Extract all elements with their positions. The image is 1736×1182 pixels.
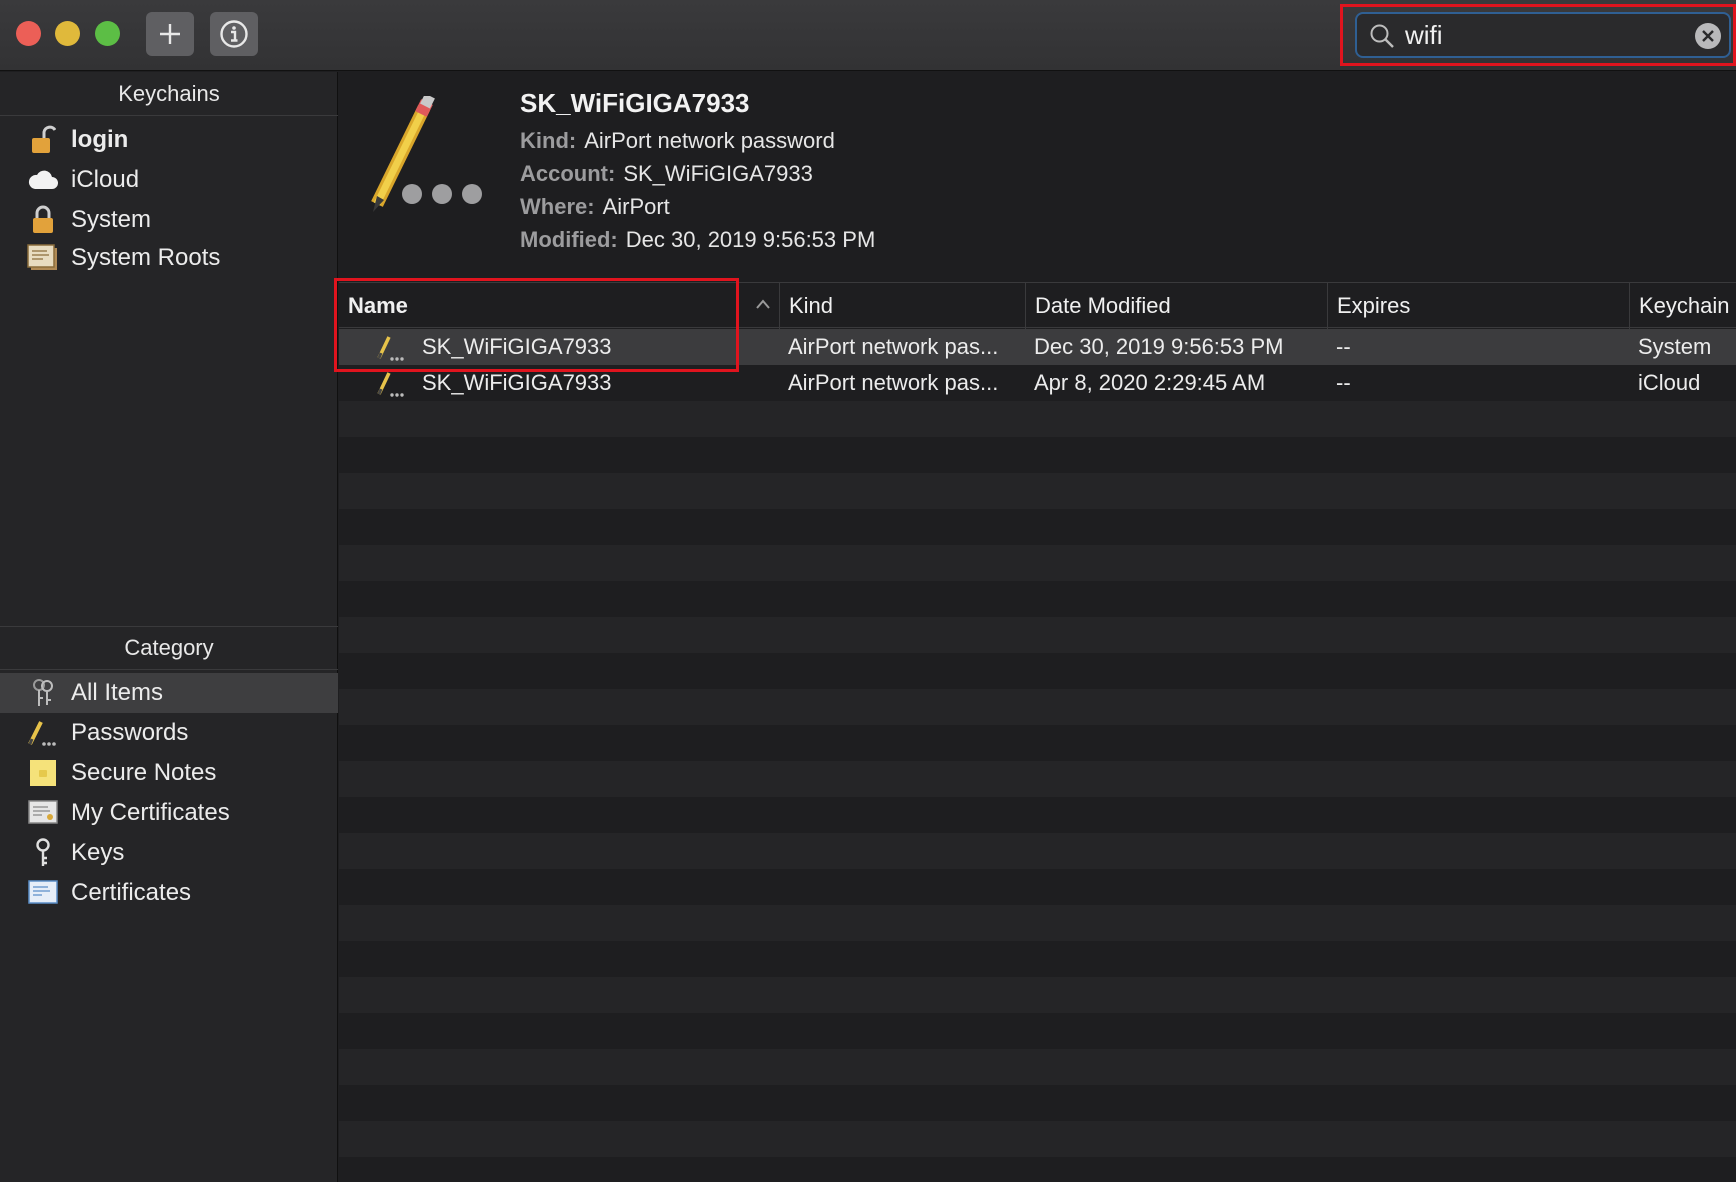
- sidebar-item-label: Passwords: [71, 719, 189, 746]
- certificate-icon: [25, 877, 61, 909]
- cell-kind: AirPort network pas...: [788, 334, 999, 359]
- detail-kind-value: AirPort network password: [584, 128, 835, 153]
- zoom-window-button[interactable]: [95, 21, 120, 46]
- pencil-icon: [375, 329, 415, 365]
- note-icon: [25, 757, 61, 789]
- detail-account-value: SK_WiFiGIGA7933: [623, 161, 813, 186]
- sidebar: Keychains login iCloud System System Roo…: [0, 72, 338, 1182]
- certificate-icon: [25, 242, 61, 274]
- detail-account: Account: SK_WiFiGIGA7933: [520, 161, 813, 187]
- keychains-header: Keychains: [0, 72, 338, 116]
- empty-row: [339, 977, 1736, 1013]
- padlock-icon: [25, 204, 61, 236]
- detail-where-value: AirPort: [602, 194, 670, 219]
- empty-row: [339, 401, 1736, 437]
- toolbar: [0, 0, 1736, 71]
- column-header-label: Expires: [1337, 293, 1411, 318]
- main-panel: SK_WiFiGIGA7933 Kind: AirPort network pas…: [334, 72, 1736, 1182]
- sidebar-item-label: My Certificates: [71, 799, 230, 826]
- magnifier-icon: [1370, 24, 1394, 48]
- table-row[interactable]: SK_WiFiGIGA7933 AirPort network pas... D…: [339, 329, 1736, 365]
- column-header-label: Keychain: [1639, 293, 1730, 318]
- cell-name: SK_WiFiGIGA7933: [422, 334, 612, 359]
- cloud-icon: [25, 164, 61, 196]
- search-field[interactable]: [1355, 12, 1731, 58]
- sidebar-item-certificates[interactable]: Certificates: [0, 873, 338, 913]
- detail-kind: Kind: AirPort network password: [520, 128, 835, 154]
- sidebar-item-keys[interactable]: Keys: [0, 833, 338, 873]
- detail-where-label: Where:: [520, 194, 595, 219]
- sidebar-item-label: Certificates: [71, 879, 192, 906]
- empty-row: [339, 833, 1736, 869]
- sort-ascending-icon: [756, 299, 770, 309]
- cell-keychain: System: [1638, 334, 1712, 359]
- sidebar-item-label: All Items: [71, 679, 164, 706]
- plus-icon: [160, 24, 180, 44]
- column-header-expires[interactable]: Expires: [1327, 283, 1629, 329]
- cell-date-modified: Apr 8, 2020 2:29:45 AM: [1034, 370, 1266, 395]
- certificate-icon: [25, 797, 61, 829]
- item-detail: SK_WiFiGIGA7933 Kind: AirPort network pas…: [339, 72, 1736, 282]
- empty-row: [339, 1049, 1736, 1085]
- column-header-label: Kind: [789, 293, 834, 318]
- sidebar-item-label: System Roots: [71, 244, 221, 271]
- close-window-button[interactable]: [16, 21, 41, 46]
- cell-kind: AirPort network pas...: [788, 370, 999, 395]
- pencil-icon: [375, 365, 415, 401]
- sidebar-item-icloud[interactable]: iCloud: [0, 160, 338, 200]
- cell-name: SK_WiFiGIGA7933: [422, 370, 612, 395]
- items-table: Name Kind Date Modified Expires Keychain: [334, 278, 1736, 1182]
- sidebar-item-all-items[interactable]: All Items: [0, 673, 338, 713]
- table-header: Name Kind Date Modified Expires Keychain: [339, 282, 1736, 329]
- detail-title: SK_WiFiGIGA7933: [520, 88, 750, 118]
- column-header-label: Date Modified: [1035, 293, 1171, 318]
- detail-kind-label: Kind:: [520, 128, 577, 153]
- minimize-window-button[interactable]: [55, 21, 80, 46]
- column-header-date-modified[interactable]: Date Modified: [1025, 283, 1327, 329]
- detail-modified: Modified: Dec 30, 2019 9:56:53 PM: [520, 227, 875, 253]
- sidebar-item-passwords[interactable]: Passwords: [0, 713, 338, 753]
- sidebar-item-label: iCloud: [71, 166, 140, 193]
- info-icon: [220, 20, 248, 48]
- sidebar-item-login[interactable]: login: [0, 120, 338, 160]
- empty-row: [339, 617, 1736, 653]
- sidebar-item-system-roots[interactable]: System Roots: [0, 238, 338, 278]
- empty-row: [339, 545, 1736, 581]
- key-icon: [25, 837, 61, 869]
- cell-expires: --: [1336, 370, 1351, 395]
- sidebar-item-label: Keys: [71, 839, 125, 866]
- pencil-icon: [25, 717, 61, 749]
- password-pencil-icon: [371, 96, 482, 212]
- keys-icon: [25, 677, 61, 709]
- unlocked-padlock-icon: [25, 124, 61, 156]
- table-row[interactable]: SK_WiFiGIGA7933 AirPort network pas... A…: [339, 365, 1736, 401]
- detail-modified-value: Dec 30, 2019 9:56:53 PM: [625, 227, 876, 252]
- empty-row: [339, 689, 1736, 725]
- sidebar-item-label: System: [71, 206, 152, 233]
- empty-row: [339, 905, 1736, 941]
- empty-row: [339, 1121, 1736, 1157]
- get-info-button[interactable]: [210, 12, 258, 56]
- cell-keychain: iCloud: [1638, 370, 1701, 395]
- column-header-name[interactable]: Name: [339, 283, 779, 329]
- category-header: Category: [0, 626, 338, 670]
- sidebar-item-label: login: [71, 126, 129, 153]
- sidebar-item-secure-notes[interactable]: Secure Notes: [0, 753, 338, 793]
- column-header-kind[interactable]: Kind: [779, 283, 1025, 329]
- cell-date-modified: Dec 30, 2019 9:56:53 PM: [1034, 334, 1284, 359]
- sidebar-item-system[interactable]: System: [0, 200, 338, 240]
- sidebar-item-label: Secure Notes: [71, 759, 217, 786]
- clear-icon[interactable]: [1695, 23, 1721, 49]
- detail-modified-label: Modified:: [520, 227, 618, 252]
- empty-row: [339, 473, 1736, 509]
- sidebar-item-my-certificates[interactable]: My Certificates: [0, 793, 338, 833]
- add-item-button[interactable]: [146, 12, 194, 56]
- empty-row: [339, 761, 1736, 797]
- cell-expires: --: [1336, 334, 1351, 359]
- detail-where: Where: AirPort: [520, 194, 670, 220]
- detail-account-label: Account:: [520, 161, 616, 186]
- column-header-label: Name: [348, 293, 408, 318]
- search-input[interactable]: [1405, 20, 1675, 50]
- column-header-keychain[interactable]: Keychain: [1629, 283, 1736, 329]
